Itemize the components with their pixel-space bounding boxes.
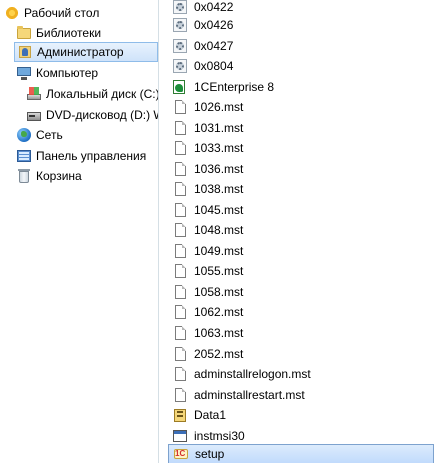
file-item-adminstallrelogon[interactable]: adminstallrelogon.mst bbox=[172, 364, 422, 384]
file-name: setup bbox=[195, 447, 225, 461]
file-name: 1CEnterprise 8 bbox=[194, 80, 275, 94]
nav-item-dvd-drive[interactable]: DVD-дисковод (D:) W bbox=[26, 105, 159, 125]
file-name: 2052.mst bbox=[194, 347, 244, 361]
file-name: 0x0804 bbox=[194, 59, 234, 73]
nav-item-recycle-bin[interactable]: Корзина bbox=[16, 166, 82, 186]
file-name: 1063.mst bbox=[194, 326, 244, 340]
file-name: 0x0427 bbox=[194, 39, 234, 53]
file-item-1centerprise[interactable]: 1CEnterprise 8 bbox=[172, 77, 422, 97]
file-name: 1055.mst bbox=[194, 264, 244, 278]
file-item-1026-mst[interactable]: 1026.mst bbox=[172, 97, 422, 117]
file-item-instmsi30[interactable]: instmsi30 bbox=[172, 426, 422, 446]
file-item-1062-mst[interactable]: 1062.mst bbox=[172, 302, 422, 322]
document-icon bbox=[172, 387, 188, 403]
document-icon bbox=[172, 263, 188, 279]
file-item-2052-mst[interactable]: 2052.mst bbox=[172, 344, 422, 364]
user-folder-icon bbox=[17, 44, 33, 60]
file-name: 1049.mst bbox=[194, 244, 244, 258]
desktop-star-icon bbox=[4, 5, 20, 21]
nav-item-label: Панель управления bbox=[36, 149, 147, 163]
nav-item-label: Администратор bbox=[37, 45, 124, 59]
file-name: 1036.mst bbox=[194, 162, 244, 176]
file-name: 1062.mst bbox=[194, 305, 244, 319]
file-item-1049-mst[interactable]: 1049.mst bbox=[172, 241, 422, 261]
dvd-drive-icon bbox=[26, 107, 42, 123]
file-name: 0x0422 bbox=[194, 0, 234, 14]
document-icon bbox=[172, 304, 188, 320]
control-panel-icon bbox=[16, 148, 32, 164]
document-icon bbox=[172, 325, 188, 341]
file-name: 1058.mst bbox=[194, 285, 244, 299]
document-icon bbox=[172, 243, 188, 259]
file-name: instmsi30 bbox=[194, 429, 245, 443]
file-name: Data1 bbox=[194, 408, 227, 422]
file-item-0x0427[interactable]: 0x0427 bbox=[172, 36, 422, 56]
file-item-1033-mst[interactable]: 1033.mst bbox=[172, 138, 422, 158]
file-item-1031-mst[interactable]: 1031.mst bbox=[172, 118, 422, 138]
nav-item-label: Корзина bbox=[36, 169, 82, 183]
file-item-0x0804[interactable]: 0x0804 bbox=[172, 56, 422, 76]
navigation-pane: Рабочий стол Библиотеки Администратор Ко… bbox=[0, 0, 159, 463]
file-name: 1045.mst bbox=[194, 203, 244, 217]
file-name: 0x0426 bbox=[194, 18, 234, 32]
file-item-1038-mst[interactable]: 1038.mst bbox=[172, 179, 422, 199]
computer-icon bbox=[16, 65, 32, 81]
nav-item-label: DVD-дисковод (D:) W bbox=[46, 108, 159, 122]
file-item-1055-mst[interactable]: 1055.mst bbox=[172, 261, 422, 281]
1c-installer-icon bbox=[172, 79, 188, 95]
file-item-setup[interactable]: setup bbox=[168, 444, 434, 463]
nav-item-label: Библиотеки bbox=[36, 26, 102, 40]
document-icon bbox=[172, 366, 188, 382]
document-icon bbox=[172, 181, 188, 197]
nav-item-libraries[interactable]: Библиотеки bbox=[16, 23, 101, 43]
document-icon bbox=[172, 99, 188, 115]
local-disk-icon bbox=[26, 86, 42, 102]
nav-item-computer[interactable]: Компьютер bbox=[16, 63, 98, 83]
document-icon bbox=[172, 222, 188, 238]
libraries-folder-icon bbox=[16, 25, 32, 41]
file-name: 1031.mst bbox=[194, 121, 244, 135]
file-item-data1[interactable]: Data1 bbox=[172, 405, 422, 425]
nav-item-control-panel[interactable]: Панель управления bbox=[16, 146, 146, 166]
nav-item-label: Сеть bbox=[36, 128, 63, 142]
nav-item-label: Компьютер bbox=[36, 66, 99, 80]
nav-item-desktop[interactable]: Рабочий стол bbox=[4, 3, 99, 23]
network-icon bbox=[16, 127, 32, 143]
file-item-1058-mst[interactable]: 1058.mst bbox=[172, 282, 422, 302]
cabinet-archive-icon bbox=[172, 407, 188, 423]
file-item-1045-mst[interactable]: 1045.mst bbox=[172, 200, 422, 220]
file-item-adminstallrestart[interactable]: adminstallrestart.mst bbox=[172, 385, 422, 405]
file-list: 0x0422 0x0426 0x0427 0x0804 1CEnterprise… bbox=[158, 0, 434, 463]
recycle-bin-icon bbox=[16, 168, 32, 184]
nav-item-network[interactable]: Сеть bbox=[16, 125, 63, 145]
file-name: 1026.mst bbox=[194, 100, 244, 114]
1c-setup-icon bbox=[173, 446, 189, 462]
file-item-0x0426[interactable]: 0x0426 bbox=[172, 15, 422, 35]
nav-item-label: Локальный диск (C:) bbox=[46, 87, 159, 101]
document-icon bbox=[172, 120, 188, 136]
config-settings-icon bbox=[172, 58, 188, 74]
document-icon bbox=[172, 284, 188, 300]
nav-item-administrator[interactable]: Администратор bbox=[14, 42, 158, 62]
application-window-icon bbox=[172, 428, 188, 444]
config-settings-icon bbox=[172, 38, 188, 54]
document-icon bbox=[172, 202, 188, 218]
config-settings-icon bbox=[172, 17, 188, 33]
nav-item-local-disk[interactable]: Локальный диск (C:) bbox=[26, 84, 159, 104]
document-icon bbox=[172, 346, 188, 362]
file-name: 1033.mst bbox=[194, 141, 244, 155]
nav-item-label: Рабочий стол bbox=[24, 6, 100, 20]
document-icon bbox=[172, 161, 188, 177]
document-icon bbox=[172, 140, 188, 156]
file-item-1036-mst[interactable]: 1036.mst bbox=[172, 159, 422, 179]
file-name: 1048.mst bbox=[194, 223, 244, 237]
file-name: adminstallrelogon.mst bbox=[194, 367, 311, 381]
file-item-1048-mst[interactable]: 1048.mst bbox=[172, 220, 422, 240]
file-name: 1038.mst bbox=[194, 182, 244, 196]
config-settings-icon bbox=[172, 0, 188, 15]
file-name: adminstallrestart.mst bbox=[194, 388, 305, 402]
file-item-1063-mst[interactable]: 1063.mst bbox=[172, 323, 422, 343]
